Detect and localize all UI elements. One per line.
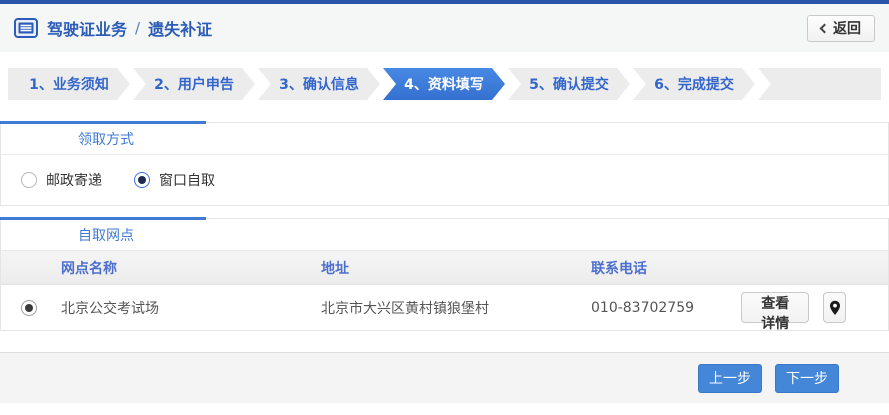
header-phone: 联系电话 (591, 258, 741, 278)
wizard-step-label: 6、完成提交 (654, 74, 734, 94)
header-address: 地址 (321, 258, 591, 278)
wizard-step-3[interactable]: 3、确认信息 (258, 68, 380, 100)
radio-unselected-icon[interactable] (21, 172, 37, 188)
back-button[interactable]: 返回 (807, 15, 875, 42)
outlet-address: 北京市大兴区黄村镇狼堡村 (321, 298, 591, 318)
option-label: 窗口自取 (159, 170, 215, 190)
outlet-phone: 010-83702759 (591, 300, 741, 316)
wizard-step-2[interactable]: 2、用户申告 (133, 68, 255, 100)
wizard-filler (758, 68, 881, 100)
wizard-step-label: 2、用户申告 (154, 74, 234, 94)
pickup-options: 邮政寄递 窗口自取 (1, 155, 888, 205)
pickup-outlets-panel: 自取网点 网点名称 地址 联系电话 北京公交考试场 北京市大兴区黄村镇狼堡村 0… (0, 218, 889, 331)
outlet-name: 北京公交考试场 (61, 298, 321, 318)
wizard-step-label: 3、确认信息 (279, 74, 359, 94)
wizard-step-4-active[interactable]: 4、资料填写 (383, 68, 505, 100)
page-title: 驾驶证业务 (47, 16, 127, 40)
footer-action-bar: 上一步 下一步 (0, 352, 889, 403)
radio-selected-icon[interactable] (134, 172, 150, 188)
pickup-method-title-row: 领取方式 (1, 123, 888, 155)
back-button-label: 返回 (833, 18, 861, 38)
outlets-table-header: 网点名称 地址 联系电话 (1, 251, 888, 285)
wizard-step-label: 5、确认提交 (529, 74, 609, 94)
option-postal-delivery[interactable]: 邮政寄递 (21, 170, 102, 190)
view-details-button[interactable]: 查看详情 (741, 292, 809, 323)
pickup-outlets-title: 自取网点 (78, 225, 134, 245)
next-step-button[interactable]: 下一步 (775, 364, 839, 393)
pickup-method-title: 领取方式 (78, 129, 134, 149)
prev-step-button[interactable]: 上一步 (698, 364, 762, 393)
row-radio-selected-icon[interactable] (21, 300, 37, 316)
step-wizard: 1、业务须知 2、用户申告 3、确认信息 4、资料填写 5、确认提交 6、完成提… (0, 68, 889, 100)
header-outlet-name: 网点名称 (61, 258, 321, 278)
pickup-method-panel: 领取方式 邮政寄递 窗口自取 (0, 122, 889, 206)
wizard-step-6[interactable]: 6、完成提交 (633, 68, 755, 100)
wizard-step-label: 4、资料填写 (404, 74, 484, 94)
breadcrumb-current: 遗失补证 (148, 16, 212, 40)
page-header: 驾驶证业务 / 遗失补证 返回 (0, 4, 889, 52)
option-label: 邮政寄递 (46, 170, 102, 190)
wizard-step-1[interactable]: 1、业务须知 (8, 68, 130, 100)
map-location-button[interactable] (823, 292, 846, 323)
wizard-step-label: 1、业务须知 (29, 74, 109, 94)
option-window-pickup[interactable]: 窗口自取 (134, 170, 215, 190)
pickup-outlets-title-row: 自取网点 (1, 219, 888, 251)
chevron-left-icon (820, 24, 830, 34)
breadcrumb-separator: / (135, 19, 140, 37)
wizard-step-5[interactable]: 5、确认提交 (508, 68, 630, 100)
location-pin-icon (829, 300, 841, 316)
table-row: 北京公交考试场 北京市大兴区黄村镇狼堡村 010-83702759 查看详情 (1, 285, 888, 330)
service-list-icon (14, 18, 38, 38)
